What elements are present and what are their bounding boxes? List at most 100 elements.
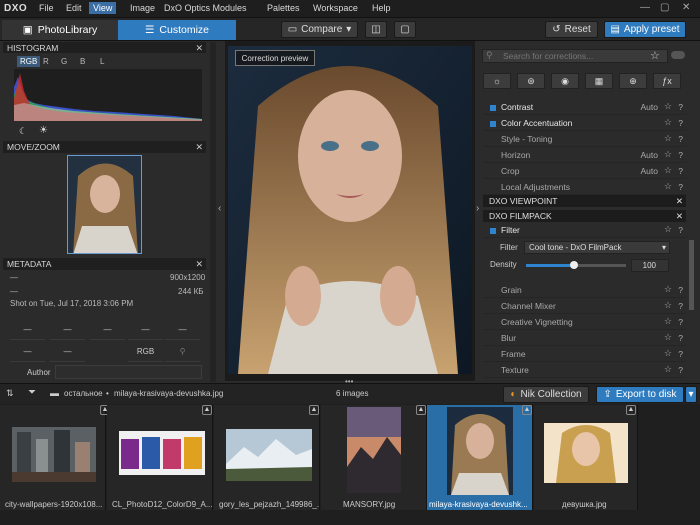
thumbnail-item[interactable]: девушка.jpg ▲ [534, 405, 638, 510]
menu-workspace[interactable]: Workspace [311, 3, 360, 13]
correction-row[interactable]: Horizon Auto ☆? [483, 149, 686, 163]
section-dxo-viewpoint[interactable]: DXO VIEWPOINT ✕ [483, 195, 686, 207]
star-icon[interactable]: ☆ [650, 49, 660, 62]
correction-row[interactable]: Texture ☆? [483, 364, 686, 378]
apply-preset-button[interactable]: ▤ Apply preset [604, 21, 686, 38]
star-icon[interactable]: ☆ [664, 300, 672, 311]
channel-r[interactable]: R [43, 57, 49, 66]
menu-help[interactable]: Help [370, 3, 393, 13]
enabled-indicator[interactable] [490, 228, 496, 234]
correction-preview-label[interactable]: Correction preview [235, 50, 315, 66]
light-palette-button[interactable]: ☼ [483, 73, 511, 89]
split-view-button[interactable]: ◫ [365, 21, 387, 38]
menu-view[interactable]: View [89, 2, 117, 14]
correction-row[interactable]: Color Accentuation ☆? [483, 117, 686, 131]
correction-row[interactable]: Crop Auto ☆? [483, 165, 686, 179]
correction-row[interactable]: Blur ☆? [483, 332, 686, 346]
help-icon[interactable]: ? [678, 102, 683, 112]
star-icon[interactable]: ☆ [664, 364, 672, 375]
sun-icon[interactable]: ☀ [39, 125, 48, 136]
star-icon[interactable]: ☆ [664, 181, 672, 192]
density-value-field[interactable]: 100 [631, 259, 669, 272]
sort-icon[interactable]: ⇅ [6, 388, 14, 399]
menu-palettes[interactable]: Palettes [265, 3, 302, 13]
menu-dxo-optics-modules[interactable]: DxO Optics Modules [162, 3, 249, 13]
help-icon[interactable]: ? [678, 317, 683, 327]
filter-row[interactable]: Filter ☆ ? [483, 224, 686, 238]
export-to-disk-button[interactable]: ⇪ Export to disk [596, 386, 684, 403]
tab-photolibrary[interactable]: ▣ PhotoLibrary [2, 20, 118, 40]
moon-icon[interactable]: ☾ [19, 126, 27, 137]
help-icon[interactable]: ? [678, 285, 683, 295]
export-dropdown-button[interactable]: ▾ [685, 386, 697, 403]
detail-palette-button[interactable]: ◉ [551, 73, 579, 89]
minimize-icon[interactable]: — [640, 2, 650, 13]
help-icon[interactable]: ? [678, 333, 683, 343]
right-scrollbar[interactable] [689, 240, 694, 310]
correction-row[interactable]: Creative Vignetting ☆? [483, 316, 686, 330]
close-icon[interactable]: ✕ [676, 195, 683, 207]
filter-select[interactable]: Cool tone - DxO FilmPack ▾ [524, 241, 670, 254]
thumbnail-item[interactable]: gory_les_pejzazh_149986_... ▲ [214, 405, 320, 510]
tab-customize[interactable]: ☰ Customize [118, 20, 236, 40]
star-icon[interactable]: ☆ [664, 332, 672, 343]
toggle-favorites[interactable] [671, 51, 685, 59]
channel-b[interactable]: B [80, 57, 85, 66]
correction-row[interactable]: Contrast Auto ☆? [483, 101, 686, 115]
left-scrollbar[interactable] [210, 42, 216, 382]
help-icon[interactable]: ? [678, 150, 683, 160]
auto-badge[interactable]: Auto [641, 150, 659, 160]
correction-row[interactable]: Frame ☆? [483, 348, 686, 362]
star-icon[interactable]: ☆ [664, 224, 672, 235]
menu-edit[interactable]: Edit [64, 3, 84, 13]
close-icon[interactable]: ✕ [682, 2, 690, 13]
help-icon[interactable]: ? [678, 166, 683, 176]
enabled-indicator[interactable] [490, 105, 496, 111]
author-field[interactable] [55, 365, 202, 379]
help-icon[interactable]: ? [678, 301, 683, 311]
star-icon[interactable]: ☆ [664, 316, 672, 327]
star-icon[interactable]: ☆ [664, 117, 672, 128]
close-icon[interactable]: ✕ [676, 210, 683, 222]
channel-l[interactable]: L [100, 57, 104, 66]
auto-badge[interactable]: Auto [641, 102, 659, 112]
correction-row[interactable]: Local Adjustments ☆? [483, 181, 686, 195]
star-icon[interactable]: ☆ [664, 133, 672, 144]
section-dxo-filmpack[interactable]: DXO FILMPACK ✕ [483, 210, 686, 222]
search-input[interactable]: Search for corrections... [482, 49, 668, 63]
help-icon[interactable]: ? [678, 134, 683, 144]
menu-file[interactable]: File [37, 3, 56, 13]
nik-collection-button[interactable]: ◐ Nik Collection [503, 386, 589, 403]
thumbnail-item[interactable]: city-wallpapers-1920x108... ▲ [0, 405, 110, 510]
movezoom-preview[interactable] [67, 155, 142, 254]
correction-row[interactable]: Channel Mixer ☆? [483, 300, 686, 314]
star-icon[interactable]: ☆ [664, 284, 672, 295]
close-icon[interactable]: ✕ [195, 141, 203, 153]
path-folder[interactable]: остальное [64, 389, 103, 398]
star-icon[interactable]: ☆ [664, 149, 672, 160]
help-icon[interactable]: ? [678, 182, 683, 192]
help-icon[interactable]: ? [678, 118, 683, 128]
fullscreen-button[interactable]: ▢ [394, 21, 416, 38]
correction-row[interactable]: Style - Toning ☆? [483, 133, 686, 147]
close-icon[interactable]: ✕ [195, 258, 203, 270]
main-photo[interactable] [228, 46, 472, 374]
filter-icon[interactable]: ⏷ [28, 387, 36, 398]
compare-button[interactable]: ▭ Compare ▾ [281, 21, 358, 38]
help-icon[interactable]: ? [678, 225, 683, 235]
channel-g[interactable]: G [61, 57, 67, 66]
path-file[interactable]: milaya-krasivaya-devushka.jpg [114, 389, 223, 398]
reset-button[interactable]: ↺ Reset [545, 21, 598, 38]
help-icon[interactable]: ? [678, 349, 683, 359]
collapse-right-icon[interactable]: › [476, 203, 479, 214]
local-palette-button[interactable]: ⊕ [619, 73, 647, 89]
menu-image[interactable]: Image [128, 3, 157, 13]
auto-badge[interactable]: Auto [641, 166, 659, 176]
thumbnail-item-selected[interactable]: milaya-krasivaya-devushk... ▲ [427, 405, 533, 510]
color-palette-button[interactable]: ⊛ [517, 73, 545, 89]
help-icon[interactable]: ? [678, 365, 683, 375]
correction-row[interactable]: Grain ☆? [483, 284, 686, 298]
density-slider-handle[interactable] [570, 261, 578, 269]
collapse-left-icon[interactable]: ‹ [218, 203, 221, 214]
effects-palette-button[interactable]: ƒx [653, 73, 681, 89]
